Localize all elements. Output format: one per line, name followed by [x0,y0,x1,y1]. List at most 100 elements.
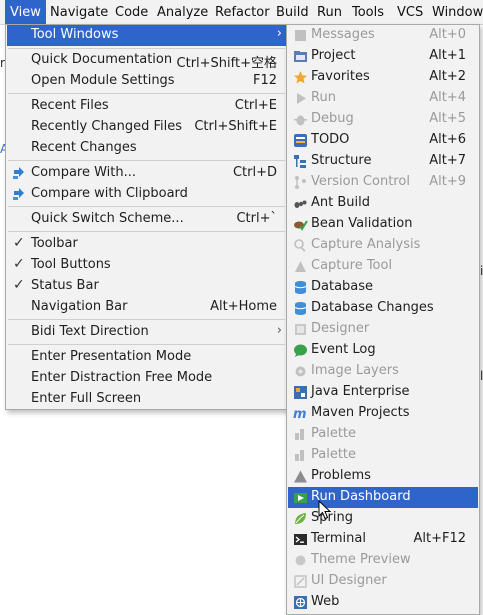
menu-item-enter-full-screen[interactable]: Enter Full Screen [7,389,286,410]
tool-window-java-enterprise[interactable]: Java Enterprise [288,382,478,403]
menu-item-label: Database Changes [311,300,434,315]
menu-item-label: Palette [311,447,357,462]
menu-item-label: Quick Documentation [31,52,173,67]
menu-item-tool-windows[interactable]: Tool Windows › [7,25,286,46]
tool-window-theme-preview[interactable]: Theme Preview [288,550,478,571]
menu-item-recent-files[interactable]: Recent Files Ctrl+E [7,96,286,117]
menu-view[interactable]: View [5,0,46,24]
version-control-icon [295,176,306,189]
palette-icon [295,429,304,440]
menu-item-recently-changed-files[interactable]: Recently Changed Files Ctrl+Shift+E [7,117,286,138]
tool-window-palette-2[interactable]: Palette [288,445,478,466]
menu-item-label: Open Module Settings [31,73,175,88]
tool-window-run-dashboard[interactable]: Run Dashboard [288,487,478,508]
menu-item-label: Structure [311,153,372,168]
menu-bar: View Navigate Code Analyze Refactor Buil… [0,0,483,25]
menu-item-label: Terminal [311,531,366,546]
menu-run[interactable]: Run [312,0,347,24]
menu-item-compare-with[interactable]: Compare With... Ctrl+D [7,163,286,184]
menu-item-navigation-bar[interactable]: Navigation Bar Alt+Home [7,297,286,318]
menu-item-bidi-text-direction[interactable]: Bidi Text Direction › [7,322,286,343]
menu-item-shortcut: Alt+7 [429,153,466,168]
menu-item-label: Bidi Text Direction [31,324,149,339]
tool-window-bean-validation[interactable]: Bean Validation [288,214,478,235]
menu-item-quick-documentation[interactable]: Quick Documentation Ctrl+Shift+空格 [7,50,286,71]
menu-code[interactable]: Code [110,0,153,24]
tool-window-palette[interactable]: Palette [288,424,478,445]
menu-item-toolbar[interactable]: ✓ Toolbar [7,234,286,255]
menu-item-label: Designer [311,321,370,336]
menu-item-shortcut: Alt+Home [210,299,277,314]
separator [8,93,285,94]
menu-item-shortcut: Alt+1 [429,48,466,63]
menu-build[interactable]: Build [271,0,314,24]
ui-designer-icon [294,575,307,588]
tool-window-project[interactable]: Project Alt+1 [288,46,478,67]
tool-window-designer[interactable]: Designer [288,319,478,340]
tool-window-structure[interactable]: Structure Alt+7 [288,151,478,172]
menu-item-label: Image Layers [311,363,399,378]
menu-item-label: TODO [311,132,350,147]
tool-window-capture-tool[interactable]: Capture Tool [288,256,478,277]
database-icon [294,281,307,294]
menu-navigate[interactable]: Navigate [45,0,113,24]
menu-item-shortcut: Ctrl+Shift+空格 [176,56,277,71]
menu-item-shortcut: Alt+4 [429,90,466,105]
menu-item-label: Bean Validation [311,216,413,231]
checkmark-icon: ✓ [13,235,25,251]
tool-window-version-control[interactable]: Version Control Alt+9 [288,172,478,193]
maven-icon: m [293,407,307,421]
menu-item-label: Tool Windows [31,27,119,42]
tool-window-database-changes[interactable]: Database Changes [288,298,478,319]
tool-window-ui-designer[interactable]: UI Designer [288,571,478,592]
menu-item-recent-changes[interactable]: Recent Changes [7,138,286,159]
messages-icon [295,30,306,41]
menu-item-shortcut: F12 [252,73,277,88]
checkmark-icon: ✓ [13,277,25,293]
menu-item-label: Toolbar [31,236,78,251]
tool-window-web[interactable]: Web [288,592,478,613]
separator [8,344,285,345]
tool-window-image-layers[interactable]: Image Layers [288,361,478,382]
menu-item-tool-buttons[interactable]: ✓ Tool Buttons [7,255,286,276]
separator [8,160,285,161]
tool-window-run[interactable]: Run Alt+4 [288,88,478,109]
theme-preview-icon [295,555,306,566]
menu-tools[interactable]: Tools [347,0,389,24]
web-icon [294,596,307,609]
menu-item-shortcut: Alt+0 [429,27,466,42]
tool-window-ant-build[interactable]: Ant Build [288,193,478,214]
separator [8,319,285,320]
menu-analyze[interactable]: Analyze [152,0,213,24]
tool-window-database[interactable]: Database [288,277,478,298]
tool-window-problems[interactable]: Problems [288,466,478,487]
menu-vcs[interactable]: VCS [392,0,428,24]
menu-refactor[interactable]: Refactor [210,0,275,24]
menu-item-label: Navigation Bar [31,299,128,314]
tool-window-event-log[interactable]: Event Log [288,340,478,361]
menu-window[interactable]: Window [427,0,483,24]
menu-item-compare-with-clipboard[interactable]: Compare with Clipboard [7,184,286,205]
tool-window-spring[interactable]: Spring [288,508,478,529]
menu-item-label: Enter Presentation Mode [31,349,192,364]
run-icon [297,93,306,104]
menu-item-label: Enter Full Screen [31,391,142,406]
tool-window-terminal[interactable]: Terminal Alt+F12 [288,529,478,550]
menu-item-enter-distraction-free-mode[interactable]: Enter Distraction Free Mode [7,368,286,389]
designer-icon [295,324,306,335]
menu-item-open-module-settings[interactable]: Open Module Settings F12 [7,71,286,92]
menu-item-label: Palette [311,426,357,441]
tool-window-messages[interactable]: Messages Alt+0 [288,25,478,46]
tool-window-maven-projects[interactable]: m Maven Projects [288,403,478,424]
menu-item-enter-presentation-mode[interactable]: Enter Presentation Mode [7,347,286,368]
separator [8,231,285,232]
tool-window-todo[interactable]: TODO Alt+6 [288,130,478,151]
tool-window-favorites[interactable]: Favorites Alt+2 [288,67,478,88]
menu-item-quick-switch-scheme[interactable]: Quick Switch Scheme... Ctrl+` [7,209,286,230]
tool-window-capture-analysis[interactable]: Capture Analysis [288,235,478,256]
menu-item-label: Event Log [311,342,376,357]
tool-window-debug[interactable]: Debug Alt+5 [288,109,478,130]
menu-item-label: Recent Changes [31,140,137,155]
menu-item-status-bar[interactable]: ✓ Status Bar [7,276,286,297]
menu-item-shortcut: Ctrl+Shift+E [194,119,277,134]
